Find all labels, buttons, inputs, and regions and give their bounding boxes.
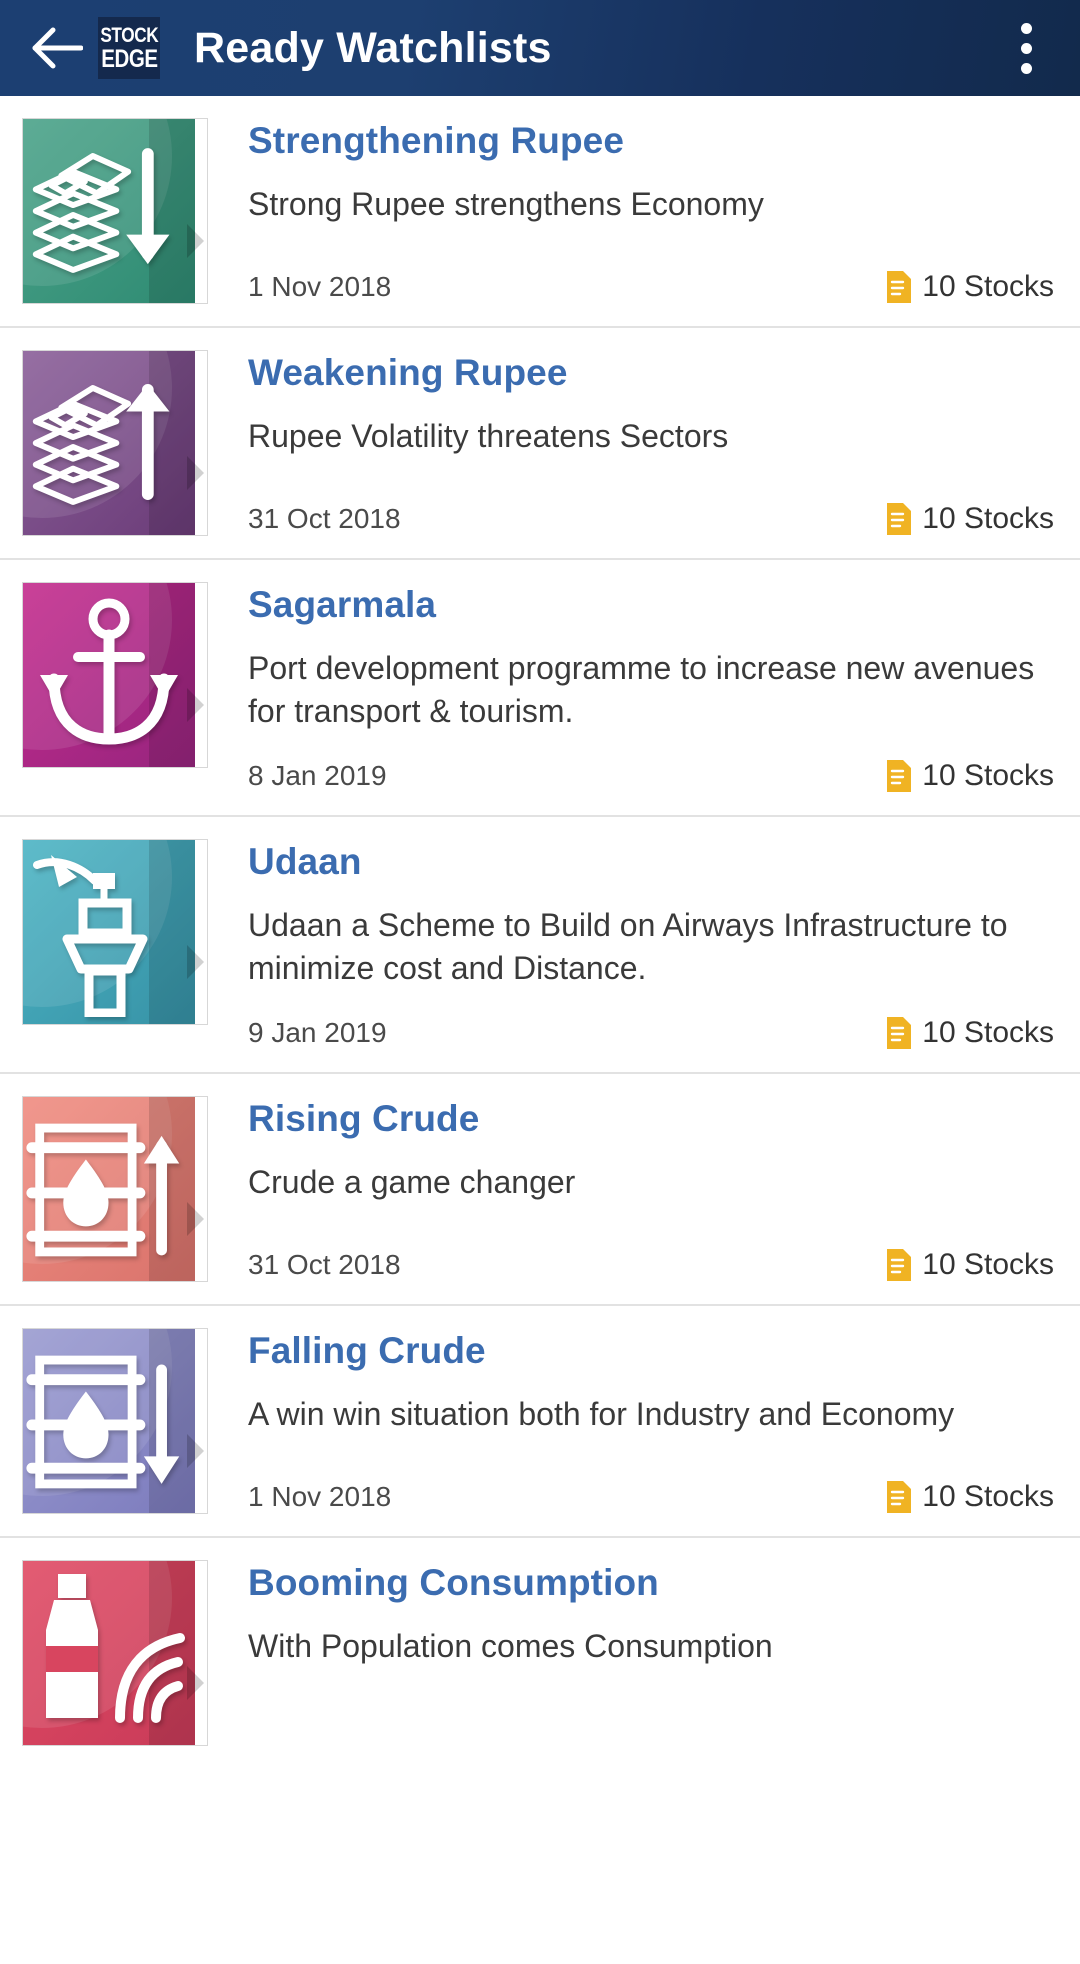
watchlist-description: Udaan a Scheme to Build on Airways Infra… — [248, 907, 1008, 987]
more-vertical-icon-dot-2 — [1020, 42, 1032, 54]
watchlist-thumbnail[interactable] — [22, 1096, 208, 1283]
watchlist-row[interactable]: Strengthening Rupee Strong Rupee strength… — [0, 96, 1080, 328]
thumb-tab-arrow-icon — [187, 224, 204, 258]
watchlist-title[interactable]: Rising Crude — [248, 1100, 1054, 1139]
watchlist-title[interactable]: Falling Crude — [248, 1332, 1054, 1371]
row-content: Strengthening Rupee Strong Rupee strength… — [208, 118, 1054, 304]
document-icon — [886, 1480, 912, 1514]
watchlist-title[interactable]: Weakening Rupee — [248, 353, 1054, 393]
watchlist-description: A win win situation both for Industry an… — [248, 1396, 955, 1433]
watchlist-thumbnail[interactable] — [22, 1560, 208, 1747]
back-button[interactable] — [26, 17, 88, 79]
watchlist-row[interactable]: Udaan Udaan a Scheme to Build on Airways … — [0, 817, 1080, 1075]
stocks-count-label: 10 Stocks — [922, 1480, 1054, 1514]
watchlist-description: Rupee Volatility threatens Sectors — [248, 417, 729, 454]
watchlist-date: 1 Nov 2018 — [248, 271, 392, 302]
thumb-tab-arrow-icon — [187, 456, 204, 490]
watchlist-description: Strong Rupee strengthens Economy — [248, 185, 764, 222]
watchlist-title[interactable]: Booming Consumption — [248, 1564, 1054, 1603]
more-vertical-icon-dot-1 — [1020, 22, 1032, 34]
document-icon — [886, 1248, 912, 1282]
logo-line-stock: STOCK — [100, 23, 158, 47]
anchor-icon — [22, 582, 195, 768]
stocks-count: 10 Stocks — [886, 1248, 1054, 1282]
row-meta: 9 Jan 2019 10 Stocks — [248, 990, 1054, 1050]
watchlist-thumbnail[interactable] — [22, 839, 208, 1050]
document-icon — [886, 759, 912, 793]
thumb-tab-arrow-icon — [187, 1202, 204, 1237]
watchlist-date: 9 Jan 2019 — [248, 1017, 387, 1049]
control-tower-icon — [22, 839, 195, 1025]
money-up-icon — [22, 350, 195, 536]
watchlist-thumbnail[interactable] — [22, 1328, 208, 1515]
thumb-tab-arrow-icon — [187, 1666, 204, 1701]
barrel-down-icon — [22, 1328, 195, 1514]
barrel-up-icon — [22, 1096, 195, 1282]
row-content: Weakening Rupee Rupee Volatility threaten… — [208, 350, 1054, 536]
page-title: Ready Watchlists — [194, 23, 552, 72]
watchlist-list: Strengthening Rupee Strong Rupee strength… — [0, 96, 1080, 1769]
stocks-count: 10 Stocks — [886, 1016, 1054, 1050]
watchlist-date: 1 Nov 2018 — [248, 1481, 392, 1513]
watchlist-description: With Population comes Consumption — [248, 1628, 773, 1665]
arrow-left-icon — [31, 26, 83, 70]
watchlist-row[interactable]: Booming Consumption With Population comes… — [0, 1538, 1080, 1769]
row-meta: 1 Nov 2018 10 Stocks — [248, 1454, 1054, 1514]
stocks-count-label: 10 Stocks — [922, 502, 1054, 535]
row-content: Rising Crude Crude a game changer 31 Oct 2… — [208, 1096, 1054, 1282]
row-meta: 1 Nov 2018 10 Stocks — [248, 244, 1054, 304]
watchlist-thumbnail[interactable] — [22, 350, 208, 536]
watchlist-title[interactable]: Strengthening Rupee — [248, 121, 1054, 161]
stocks-count: 10 Stocks — [886, 270, 1054, 304]
row-meta: 31 Oct 2018 10 Stocks — [248, 1222, 1054, 1282]
document-icon — [886, 502, 912, 536]
money-down-icon — [22, 118, 195, 304]
watchlist-date: 31 Oct 2018 — [248, 1249, 401, 1281]
row-content: Booming Consumption With Population comes… — [208, 1560, 1054, 1746]
stocks-count-label: 10 Stocks — [922, 1016, 1054, 1050]
stocks-count: 10 Stocks — [886, 759, 1054, 793]
row-meta: 31 Oct 2018 10 Stocks — [248, 476, 1054, 536]
thumb-tab-arrow-icon — [187, 1434, 204, 1469]
stocks-count-label: 10 Stocks — [922, 759, 1054, 793]
row-meta: 8 Jan 2019 10 Stocks — [248, 733, 1054, 793]
watchlist-row[interactable]: Rising Crude Crude a game changer 31 Oct 2… — [0, 1074, 1080, 1307]
bottle-icon — [22, 1560, 195, 1746]
watchlist-row[interactable]: Falling Crude A win win situation both fo… — [0, 1306, 1080, 1539]
watchlist-description: Port development programme to increase n… — [248, 649, 1035, 730]
watchlist-date: 8 Jan 2019 — [248, 760, 387, 792]
stocks-count: 10 Stocks — [886, 1480, 1054, 1514]
watchlist-title[interactable]: Udaan — [248, 842, 1054, 882]
row-content: Udaan Udaan a Scheme to Build on Airways … — [208, 839, 1054, 1050]
watchlist-date: 31 Oct 2018 — [248, 503, 401, 534]
stocks-count-label: 10 Stocks — [922, 1248, 1054, 1282]
logo-line-edge: EDGE — [100, 44, 158, 73]
stocks-count: 10 Stocks — [886, 502, 1054, 536]
app-bar: STOCK EDGE Ready Watchlists — [0, 0, 1080, 96]
watchlist-row[interactable]: Weakening Rupee Rupee Volatility threaten… — [0, 328, 1080, 560]
stockedge-logo[interactable]: STOCK EDGE — [98, 17, 160, 79]
overflow-menu-button[interactable] — [998, 12, 1054, 84]
thumb-tab-arrow-icon — [187, 945, 204, 980]
more-vertical-icon-dot-3 — [1020, 62, 1032, 74]
stocks-count-label: 10 Stocks — [922, 270, 1054, 303]
thumb-tab-arrow-icon — [187, 688, 204, 722]
document-icon — [886, 1016, 912, 1050]
watchlist-row[interactable]: Sagarmala Port development programme to i… — [0, 560, 1080, 818]
watchlist-thumbnail[interactable] — [22, 582, 208, 793]
watchlist-title[interactable]: Sagarmala — [248, 585, 1054, 625]
document-icon — [886, 270, 912, 304]
row-content: Falling Crude A win win situation both fo… — [208, 1328, 1054, 1514]
row-content: Sagarmala Port development programme to i… — [208, 582, 1054, 793]
watchlist-thumbnail[interactable] — [22, 118, 208, 304]
watchlist-description: Crude a game changer — [248, 1164, 576, 1201]
